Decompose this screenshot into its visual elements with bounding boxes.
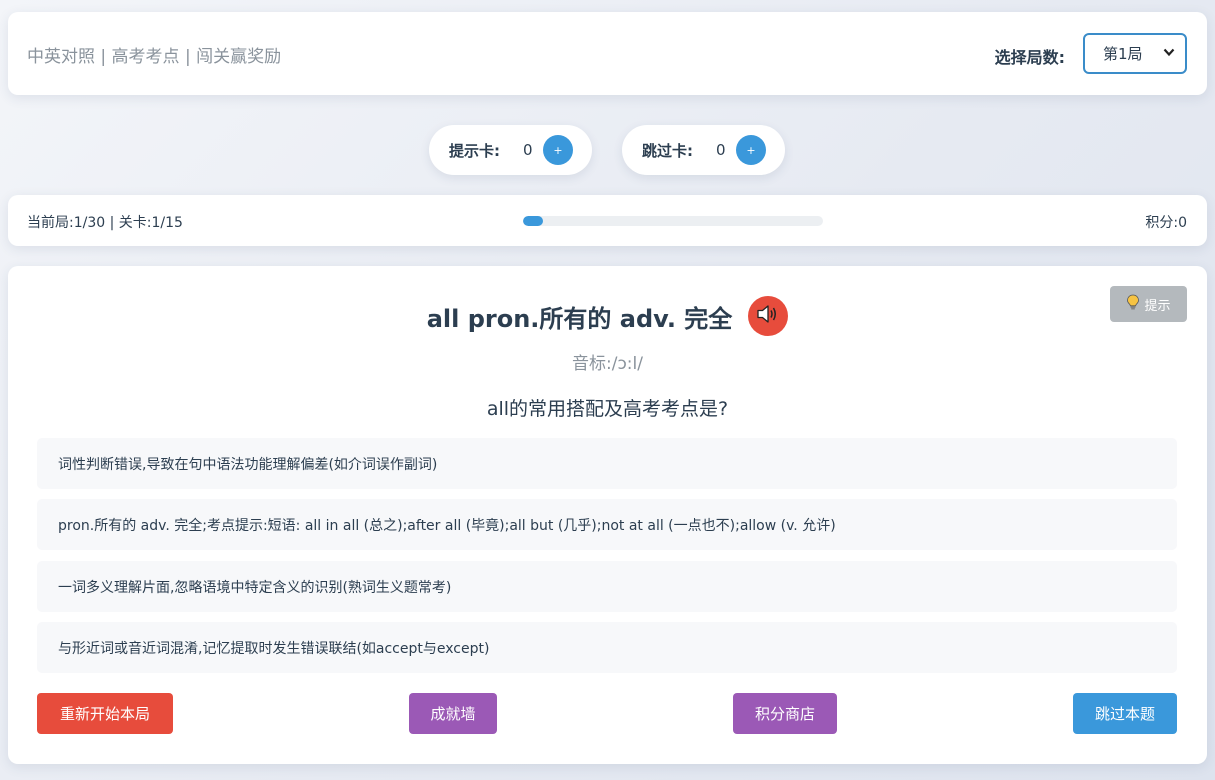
pronounce-button[interactable] bbox=[748, 296, 789, 336]
skip-card-label: 跳过卡: bbox=[642, 141, 693, 160]
skip-card-counter: 跳过卡: 0 + bbox=[622, 125, 785, 175]
progress-text: 当前局:1/30 | 关卡:1/15 bbox=[27, 215, 183, 231]
hint-card-counter: 提示卡: 0 + bbox=[429, 125, 592, 175]
question-prompt: all的常用搭配及高考考点是? bbox=[486, 398, 729, 420]
round-select-label: 选择局数: bbox=[994, 48, 1065, 67]
answer-option[interactable]: 一词多义理解片面,忽略语境中特定含义的识别(熟词生义题常考) bbox=[37, 561, 1177, 612]
page-subtitle: 中英对照 | 高考考点 | 闯关赢奖励 bbox=[27, 47, 282, 67]
progress-track bbox=[523, 216, 823, 226]
header-bar: 中英对照 | 高考考点 | 闯关赢奖励 选择局数: 第1局 bbox=[8, 12, 1207, 95]
speaker-icon bbox=[756, 303, 780, 329]
restart-round-button[interactable]: 重新开始本局 bbox=[37, 693, 173, 734]
word-row: all pron.所有的 adv. 完全 bbox=[8, 296, 1207, 336]
hint-card-count: 0 bbox=[523, 141, 533, 159]
add-hint-card-button[interactable]: + bbox=[543, 135, 573, 165]
answer-option[interactable]: 与形近词或音近词混淆,记忆提取时发生错误联结(如accept与except) bbox=[37, 622, 1177, 673]
progress-bar-card: 当前局:1/30 | 关卡:1/15 积分:0 bbox=[8, 195, 1207, 246]
question-card: 提示 all pron.所有的 adv. 完全 音标:/ɔ:l/ all的常用搭… bbox=[8, 266, 1207, 764]
points-shop-button[interactable]: 积分商店 bbox=[733, 693, 837, 734]
progress-fill bbox=[523, 216, 543, 226]
score-text: 积分:0 bbox=[1145, 215, 1187, 231]
round-select[interactable]: 第1局 bbox=[1083, 33, 1187, 74]
chevron-down-icon bbox=[1163, 45, 1175, 62]
word-title: all pron.所有的 adv. 完全 bbox=[426, 304, 733, 333]
phonetic-text: 音标:/ɔ:l/ bbox=[572, 354, 643, 374]
skip-question-button[interactable]: 跳过本题 bbox=[1073, 693, 1177, 734]
answer-option[interactable]: 词性判断错误,导致在句中语法功能理解偏差(如介词误作副词) bbox=[37, 438, 1177, 489]
skip-card-count: 0 bbox=[716, 141, 726, 159]
add-skip-card-button[interactable]: + bbox=[736, 135, 766, 165]
round-select-value: 第1局 bbox=[1103, 45, 1143, 63]
hint-card-label: 提示卡: bbox=[449, 141, 500, 160]
achievement-wall-button[interactable]: 成就墙 bbox=[409, 693, 497, 734]
answer-option[interactable]: pron.所有的 adv. 完全;考点提示:短语: all in all (总之… bbox=[37, 499, 1177, 550]
